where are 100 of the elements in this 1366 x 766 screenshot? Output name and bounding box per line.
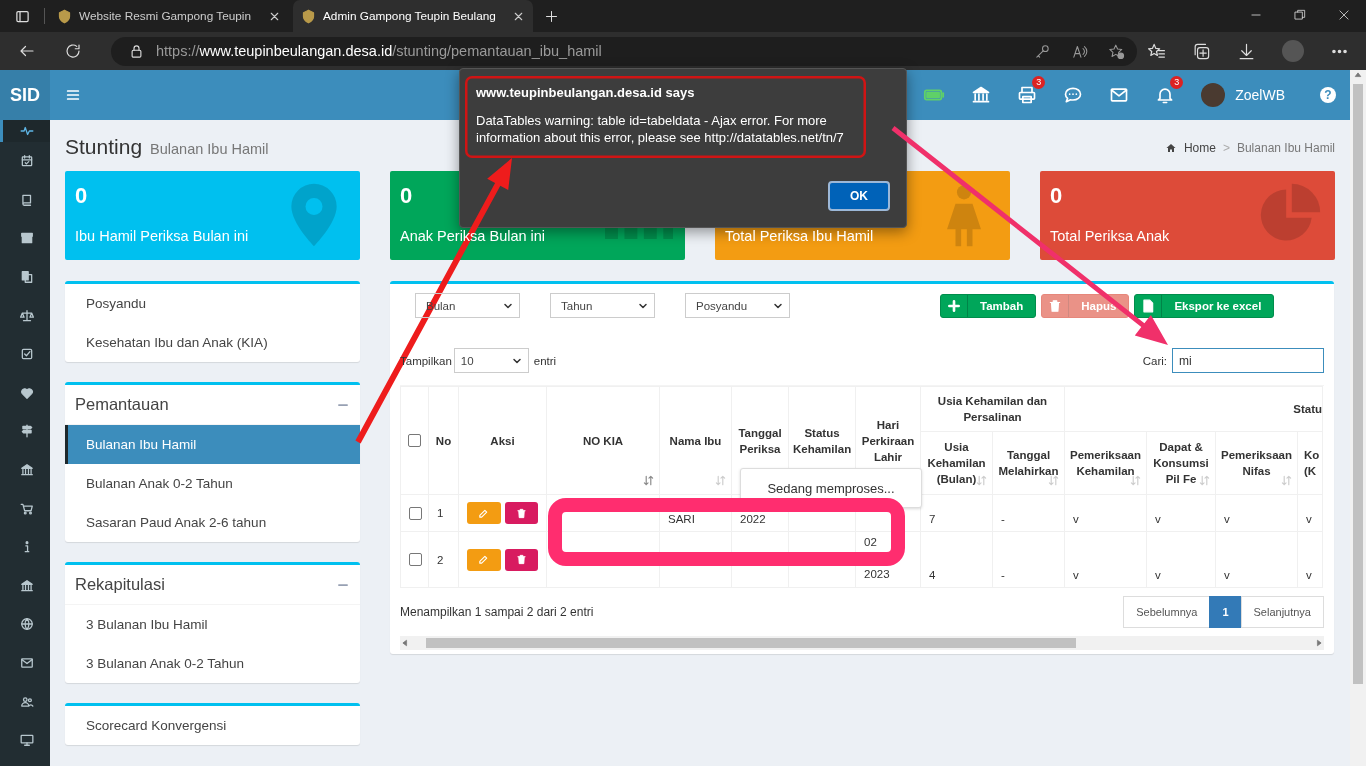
heartbeat-icon (19, 124, 34, 138)
favorites-icon[interactable] (1147, 41, 1166, 61)
pencil-icon (478, 507, 490, 519)
trash-icon (515, 554, 527, 565)
menu-item[interactable]: Bulanan Anak 0-2 Tahun (65, 464, 360, 503)
delete-button[interactable] (504, 548, 538, 571)
table-cell: - (992, 494, 1065, 532)
lock-icon (129, 43, 144, 59)
key-icon[interactable] (1034, 42, 1051, 60)
table-cell: 1 (428, 494, 459, 532)
column-header: No (428, 386, 459, 495)
column-header[interactable]: NO KIA (546, 386, 660, 495)
horizontal-scrollbar[interactable] (400, 636, 1324, 650)
collections-icon[interactable] (1192, 41, 1211, 61)
book-icon (19, 192, 34, 207)
row-checkbox[interactable] (409, 506, 422, 520)
breadcrumb-separator: > (1222, 141, 1230, 155)
stat-value: 0 (400, 183, 413, 208)
menu-title: Pemantauan (75, 395, 169, 414)
column-header[interactable]: Dapat & Konsumsi Pil Fe (1146, 431, 1216, 495)
table-cell: 4 (920, 531, 993, 588)
trash-icon (1048, 298, 1063, 313)
search-field[interactable]: mi (1172, 348, 1324, 373)
nav-rail-item[interactable] (0, 120, 50, 142)
table-cell: v (1297, 494, 1323, 532)
ok-button[interactable]: OK (828, 181, 890, 211)
sort-icon (1130, 475, 1141, 486)
page-title: Stunting (65, 135, 143, 159)
menu-title: Rekapitulasi (75, 575, 165, 594)
column-header[interactable]: Tanggal Melahirkan (992, 431, 1065, 495)
tab-actions-icon[interactable] (14, 8, 30, 24)
pagination-button[interactable]: Selanjutnya (1240, 596, 1324, 628)
bank-icon (19, 578, 34, 593)
shield-icon (57, 8, 72, 24)
table-cell: v (1146, 494, 1216, 532)
menu-item[interactable]: Sasaran Paud Anak 2-6 tahun (65, 503, 360, 542)
download-icon[interactable] (1237, 41, 1256, 61)
star-plus-icon[interactable] (1108, 42, 1125, 60)
close-icon[interactable] (1337, 8, 1351, 22)
filter-dropdown[interactable]: Tahun (550, 293, 655, 318)
app-logo[interactable]: SID (0, 70, 50, 120)
stat-label: Total Periksa Ibu Hamil (725, 228, 875, 244)
column-header[interactable]: Pemeriksaan Kehamilan (1064, 431, 1147, 495)
heart-icon (19, 385, 34, 400)
dialog-title: www.teupinbeulangan.desa.id says (476, 85, 696, 100)
column-header[interactable]: Pemeriksaan Nifas (1215, 431, 1298, 495)
bank-icon (19, 463, 34, 478)
table-info: Menampilkan 1 sampai 2 dari 2 entri (400, 605, 594, 619)
pagination-button[interactable]: Sebelumnya (1123, 596, 1211, 628)
select-all-checkbox[interactable] (408, 434, 421, 447)
help-button[interactable]: ? (1320, 87, 1336, 103)
table-cell: v (1215, 531, 1298, 588)
home-icon (1164, 142, 1177, 154)
users-icon (19, 694, 34, 709)
bank-icon[interactable] (971, 85, 992, 105)
envelope-icon (19, 656, 34, 670)
pencil-icon (478, 554, 490, 565)
page-length-dropdown[interactable]: 10 (453, 348, 529, 373)
checkbox-icon (19, 347, 34, 362)
user-menu[interactable]: ZoelWB (1188, 83, 1298, 107)
menu-item[interactable]: 3 Bulanan Ibu Hamil (65, 605, 360, 644)
sort-icon (1281, 475, 1292, 486)
delete-button[interactable] (504, 502, 538, 524)
browser-tab[interactable]: Website Resmi Gampong Teupin (49, 0, 289, 32)
refresh-icon[interactable] (64, 42, 82, 60)
column-header: Aksi (458, 386, 547, 495)
vertical-scrollbar[interactable] (1350, 70, 1366, 766)
menu-item[interactable]: Posyandu (65, 284, 360, 323)
table-cell: v (1215, 494, 1298, 532)
menu-item[interactable]: Kesehatan Ibu dan Anak (KIA) (65, 323, 360, 362)
browser-tab[interactable]: Admin Gampong Teupin Beulang (293, 0, 533, 32)
row-checkbox[interactable] (409, 553, 422, 566)
column-group-header: Usia Kehamilan dan Persalinan (920, 386, 1065, 432)
restore-icon[interactable] (1293, 8, 1307, 22)
stat-value: 0 (1050, 183, 1063, 208)
breadcrumb-link[interactable]: Bulanan Ibu Hamil (1236, 141, 1335, 155)
archive-icon (19, 231, 34, 246)
avatar (1201, 83, 1226, 107)
table-cell: - (992, 531, 1065, 588)
chat-icon[interactable] (1063, 85, 1084, 105)
sort-icon (1048, 475, 1059, 486)
plus-icon[interactable] (543, 8, 559, 24)
sort-icon (976, 475, 987, 486)
filter-dropdown[interactable]: Posyandu (685, 293, 790, 318)
pagination-button[interactable]: 1 (1209, 596, 1242, 628)
menu-icon[interactable] (65, 87, 81, 103)
envelope-icon[interactable] (1109, 85, 1130, 105)
printer-icon[interactable] (1017, 85, 1038, 105)
table-cell: v (1064, 494, 1147, 532)
stat-value: 0 (75, 183, 88, 208)
table-cell: 2 (428, 531, 459, 588)
menu-item[interactable]: Scorecard Konvergensi (65, 706, 360, 745)
address-bar[interactable]: https://www.teupinbeulangan.desa.id/stunting/pemantauan_ibu_hamil (111, 36, 1137, 66)
menu-item[interactable]: Bulanan Ibu Hamil (65, 425, 360, 464)
menu-item[interactable]: 3 Bulanan Anak 0-2 Tahun (65, 644, 360, 683)
breadcrumb-link[interactable]: Home (1183, 141, 1216, 155)
table-cell: v (1297, 531, 1323, 588)
copy-icon (19, 270, 34, 285)
column-header[interactable]: Nama Ibu (659, 386, 732, 495)
column-header: Ko (K (1297, 431, 1323, 495)
